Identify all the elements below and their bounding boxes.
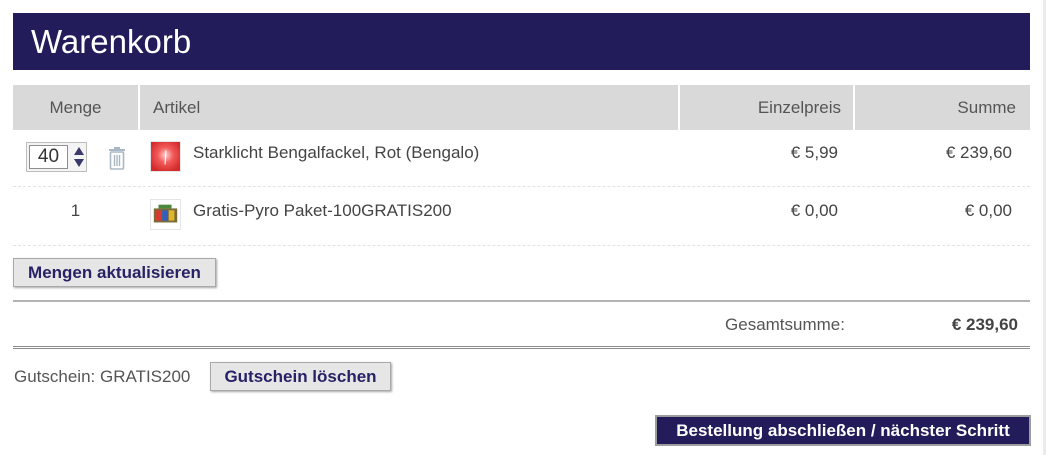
row-divider xyxy=(13,186,1030,187)
column-header-total: Summe xyxy=(855,85,1030,130)
quantity-stepper[interactable] xyxy=(26,142,87,172)
fireworks-package-icon xyxy=(150,199,181,230)
divider xyxy=(13,300,1030,302)
column-header-quantity: Menge xyxy=(13,85,138,130)
checkout-button[interactable]: Bestellung abschließen / nächster Schrit… xyxy=(655,415,1031,446)
article-name[interactable]: Starklicht Bengalfackel, Rot (Bengalo) xyxy=(193,143,479,163)
divider xyxy=(13,346,1030,349)
quantity-spinner[interactable] xyxy=(72,145,85,169)
line-total: € 239,60 xyxy=(945,143,1012,162)
cart-panel: Warenkorb Menge Artikel Einzelpreis Summ… xyxy=(0,0,1043,455)
quantity-value: 1 xyxy=(70,201,81,220)
quantity-input[interactable] xyxy=(29,145,68,169)
column-header-unit-price: Einzelpreis xyxy=(680,85,853,130)
line-total: € 0,00 xyxy=(964,201,1012,220)
trash-icon[interactable] xyxy=(107,146,127,170)
page-title: Warenkorb xyxy=(13,13,1030,70)
coupon-label: Gutschein: GRATIS200 xyxy=(14,367,191,386)
grand-total-label: Gesamtsumme: xyxy=(725,315,845,334)
delete-coupon-button[interactable]: Gutschein löschen xyxy=(210,362,391,391)
row-divider xyxy=(13,245,1030,246)
unit-price: € 5,99 xyxy=(790,143,838,162)
increment-arrow-icon[interactable] xyxy=(73,147,84,155)
article-name[interactable]: Gratis-Pyro Paket-100GRATIS200 xyxy=(193,201,452,221)
decrement-arrow-icon[interactable] xyxy=(73,159,84,167)
red-flare-icon xyxy=(150,141,181,172)
column-header-article: Artikel xyxy=(140,85,678,130)
unit-price: € 0,00 xyxy=(790,201,838,220)
update-quantities-button[interactable]: Mengen aktualisieren xyxy=(13,258,216,287)
grand-total-value: € 239,60 xyxy=(951,315,1018,334)
